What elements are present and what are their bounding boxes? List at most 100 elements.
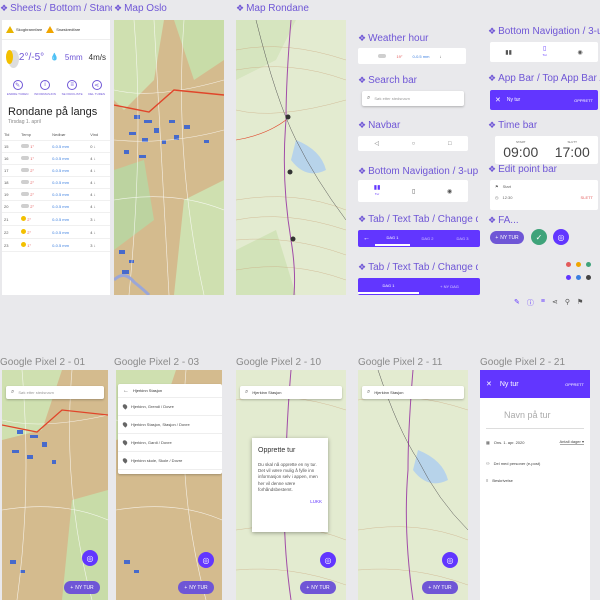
new-trip-button[interactable]: + NY TUR [422,581,458,594]
tab-new-day[interactable]: + NY DAG [419,284,480,289]
raindrop-icon: 💧 [50,54,59,61]
description-row[interactable]: ≡ Beskrivelse [480,472,590,489]
bottom-sheet: Skogbrannfare Snøskredfare 2°/-5° 💧 5mm … [2,20,110,295]
info-button[interactable]: i INFORMASJON [34,80,56,96]
search-result[interactable]: Hjerkinn, Gardi / Dovre [118,434,222,452]
table-row: 22 2° 0-0.5 mm 4 ↓ [2,225,110,239]
plus-icon: + [428,584,432,591]
point-name-field[interactable]: Start [503,184,511,189]
point-time-field[interactable]: 12:30 [503,195,513,200]
table-row: 21 2° 0-0.5 mm 3 ↓ [2,212,110,226]
wind-arrow-icon: ↓ [93,229,96,235]
color-swatch[interactable] [576,262,581,267]
search-input[interactable]: ← Hjerkinn Stasjon [118,384,222,398]
edit-trip-button[interactable]: ✎ ENDRE TUREN [7,80,28,96]
frame-title-tab2: ❖ Tab / Text Tab / Change d... [358,262,478,273]
profile-icon[interactable]: ◉ [577,49,582,56]
wind-arrow-icon: ↓ [93,242,96,248]
tab-trip[interactable]: ▯ Tur [542,46,546,58]
create-button[interactable]: OPPRETT [574,98,593,103]
flag-icon[interactable]: ⚑ [577,298,583,308]
color-swatch[interactable] [576,275,581,280]
close-icon[interactable]: ✕ [495,96,501,104]
share-row[interactable]: ⚇ Del med personer (e-post) [480,455,590,472]
tab-day-1[interactable]: DAG 1 [358,279,419,294]
search-icon: ⌕ [11,389,15,395]
component-icon: ❖ [0,3,9,13]
frame-title-map-oslo: ❖ Map Oslo [114,3,167,14]
search-bar[interactable]: ⌕ Hjerkinn Stasjon [240,386,342,399]
bookmark-icon[interactable]: ▯ [412,188,415,195]
close-dialog-button[interactable]: LUKK [258,499,322,505]
recents-icon[interactable]: □ [448,141,452,147]
edit-point-bar: ⚑ Start ◷ 12:30 SLETT [490,180,598,210]
people-icon: ⚇ [486,461,490,466]
delete-button[interactable]: SLETT [581,195,593,200]
screen-create-trip-dialog[interactable]: ⌕ Hjerkinn Stasjon Opprette tur Du skal n… [236,370,346,600]
location-fab[interactable]: ◎ [82,550,98,566]
back-arrow-icon[interactable]: ← [358,235,375,242]
text-icon: ≡ [486,478,489,483]
share-icon: ⋖ [91,80,102,90]
trip-name-field[interactable]: Navn på tur [486,398,584,429]
wind-arrow-icon: ↓ [93,216,96,222]
pin-icon[interactable]: ⚲ [565,298,570,308]
days-select[interactable]: Antall dager ▾ [559,439,584,445]
date-field[interactable]: Ons. 1. apr. 2020 [494,440,525,445]
warning-forest-fire[interactable]: Skogbrannfare [6,26,42,33]
precipitation: 5mm [64,52,83,62]
list-icon[interactable]: ≡ [541,298,545,308]
search-bar[interactable]: ⌕ Hjerkinn Stasjon [362,386,464,399]
screen-map-search[interactable]: ⌕ Søk etter stedsnavn ◎ + NY TUR [2,370,108,600]
packing-list-button[interactable]: ≡ SE PAKKLISTE [62,80,83,96]
pencil-icon[interactable]: ✎ [514,298,520,308]
plus-icon: + [495,234,499,241]
tab-day-3[interactable]: DAG 3 [445,236,480,241]
search-bar[interactable]: ⌕ Søk etter stedsnavn [362,91,464,106]
info-icon[interactable]: ⓘ [527,298,534,308]
table-row: 16 1° 0-0.5 mm 4 ↓ [2,152,110,165]
new-trip-button[interactable]: + NY TUR [490,231,524,244]
location-fab[interactable]: ◎ [320,552,336,568]
table-row: 15 1° 0-0.5 mm 0 ↓ [2,140,110,153]
color-swatch[interactable] [566,275,571,280]
location-icon: ◎ [324,555,332,565]
create-button[interactable]: OPPRETT [565,382,584,387]
end-time[interactable]: SLUTT 17:00 [555,140,590,160]
start-time[interactable]: START 09:00 [503,140,538,160]
confirm-fab[interactable]: ✓ [531,229,547,245]
screen-search-results[interactable]: ← Hjerkinn Stasjon Hjerkinn, Grendi / Dov… [116,370,222,600]
search-result[interactable]: Hjerkinn, Grendi / Dovre [118,398,222,416]
tab-map[interactable]: ▮▮ Tur [374,185,381,197]
back-icon[interactable]: ◁ [374,140,379,147]
location-fab[interactable]: ◎ [553,229,569,245]
color-swatch[interactable] [566,262,571,267]
search-result[interactable]: Hjerkinn skole, Skole / Dovre [118,452,222,470]
map-icon[interactable]: ▮▮ [505,49,512,56]
location-fab[interactable]: ◎ [198,552,214,568]
warning-avalanche[interactable]: Snøskredfare [46,26,80,33]
close-icon[interactable]: ✕ [486,380,492,388]
share-trip-button[interactable]: ⋖ DEL TUREN [88,80,105,96]
share-icon[interactable]: ⋖ [552,298,558,308]
new-trip-button[interactable]: + NY TUR [300,581,336,594]
tab-day-2[interactable]: DAG 2 [410,236,445,241]
map-rondane[interactable] [236,20,346,295]
new-trip-button[interactable]: + NY TUR [64,581,100,594]
weather-summary: 2°/-5° 💧 5mm 4m/s [2,40,110,74]
tab-day-1[interactable]: DAG 1 [375,231,410,246]
search-result[interactable]: Hjerkinn Stasjon, Stasjon / Dovre [118,416,222,434]
new-trip-button[interactable]: + NY TUR [178,581,214,594]
dialog-body: Du skal nå opprette en ny tur. Det vil v… [258,461,318,492]
home-icon[interactable]: ○ [412,141,416,147]
screen-map-route[interactable]: ⌕ Hjerkinn Stasjon ◎ + NY TUR [358,370,468,600]
profile-icon[interactable]: ◉ [447,188,452,195]
top-app-bar: ✕ Ny tur OPPRETT [490,90,598,110]
location-fab[interactable]: ◎ [442,552,458,568]
map-oslo[interactable] [114,20,224,295]
color-swatch[interactable] [586,275,591,280]
weather-hour-row: 10 19° 0-0.5 mm ↓ [358,48,466,64]
frame-title-fab: ❖ FA... [488,215,519,226]
search-bar[interactable]: ⌕ Søk etter stedsnavn [6,386,104,399]
color-swatch[interactable] [586,262,591,267]
